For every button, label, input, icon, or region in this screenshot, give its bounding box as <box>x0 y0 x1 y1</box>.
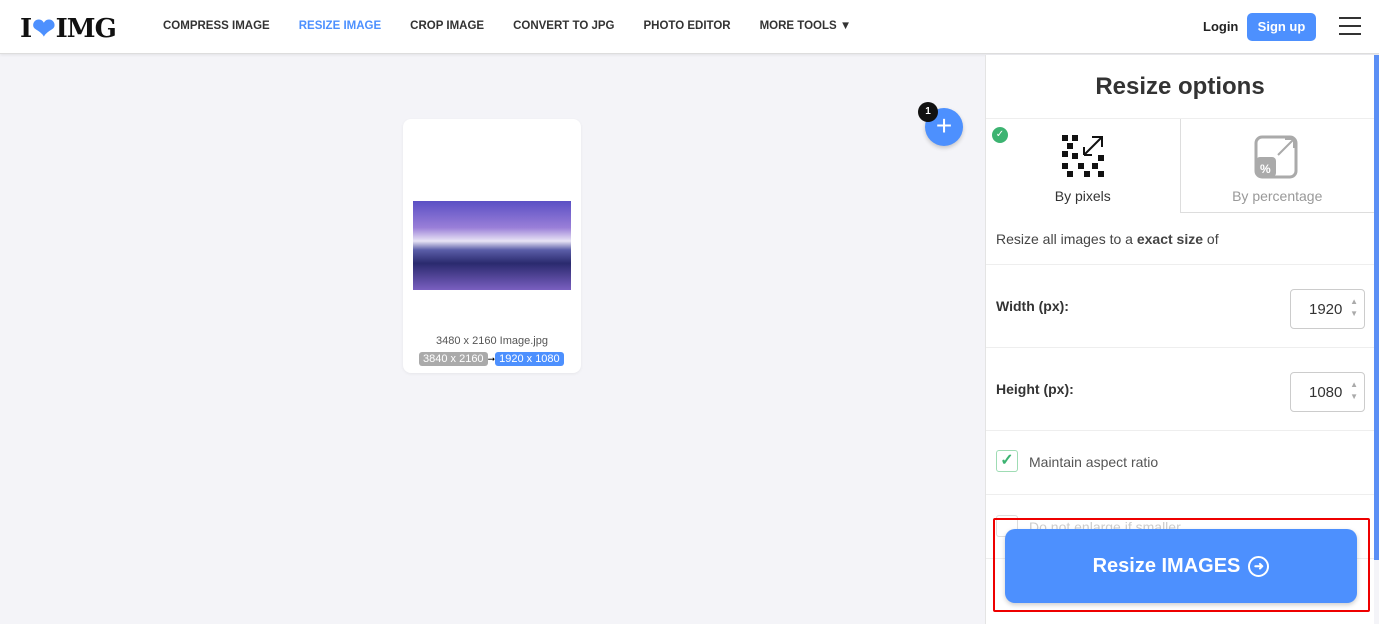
nav-crop-image[interactable]: CROP IMAGE <box>410 20 484 32</box>
tab-by-percentage[interactable]: % By percentage <box>1179 119 1374 213</box>
height-value: 1080 <box>1309 384 1343 401</box>
nav-photo-editor[interactable]: PHOTO EDITOR <box>643 20 730 32</box>
svg-text:%: % <box>1260 162 1271 176</box>
resize-description: Resize all images to a exact size of <box>986 213 1374 265</box>
header: I ❤ IMG COMPRESS IMAGE RESIZE IMAGE CROP I… <box>0 0 1379 54</box>
desc-bold: exact size <box>1136 231 1204 247</box>
height-input[interactable]: 1080 ▲ ▼ <box>1290 372 1365 412</box>
spinner-icon[interactable]: ▲ ▼ <box>1350 379 1358 403</box>
spinner-icon[interactable]: ▲ ▼ <box>1350 296 1358 320</box>
tab-by-pixels[interactable]: ✓ By pixels <box>986 119 1180 213</box>
nav-convert-to-jpg[interactable]: CONVERT TO JPG <box>513 20 614 32</box>
file-count-badge: 1 <box>918 102 938 122</box>
maintain-aspect-checkbox[interactable]: ✓ <box>996 450 1018 472</box>
desc-text: Resize all images to a <box>996 231 1137 247</box>
more-tools-label: MORE TOOLS <box>759 20 837 32</box>
resize-images-button[interactable]: Resize IMAGES ➜ <box>1005 529 1357 603</box>
caret-down-icon: ▼ <box>839 20 852 32</box>
hamburger-menu-icon[interactable] <box>1339 17 1361 41</box>
original-size: 3840 x 2160 <box>419 352 488 366</box>
size-change: 3840 x 2160 ➞ 1920 x 1080 <box>419 352 564 366</box>
image-thumbnail <box>413 201 571 290</box>
scrollbar[interactable] <box>1374 55 1379 560</box>
heart-icon: ❤ <box>32 12 55 45</box>
nav-more-tools[interactable]: MORE TOOLS ▼ <box>760 20 852 32</box>
signup-button[interactable]: Sign up <box>1247 13 1316 41</box>
tab-by-percentage-label: By percentage <box>1232 188 1323 204</box>
file-name: 3480 x 2160 Image.jpg <box>436 335 548 347</box>
nav-resize-image[interactable]: RESIZE IMAGE <box>299 20 381 32</box>
check-icon: ✓ <box>992 127 1008 143</box>
panel-title: Resize options <box>986 55 1374 119</box>
desc-text-end: of <box>1203 231 1219 247</box>
width-row: Width (px): 1920 ▲ ▼ <box>986 265 1374 348</box>
new-size: 1920 x 1080 <box>495 352 564 366</box>
height-row: Height (px): 1080 ▲ ▼ <box>986 348 1374 431</box>
file-card: 3480 x 2160 Image.jpg 3840 x 2160 ➞ 1920… <box>403 119 581 373</box>
logo[interactable]: I ❤ IMG <box>20 12 117 45</box>
height-label: Height (px): <box>996 381 1074 397</box>
main-nav: COMPRESS IMAGE RESIZE IMAGE CROP IMAGE C… <box>163 20 851 32</box>
maintain-aspect-label: Maintain aspect ratio <box>1029 454 1159 470</box>
width-label: Width (px): <box>996 298 1069 314</box>
pixels-resize-icon <box>1061 135 1104 177</box>
width-input[interactable]: 1920 ▲ ▼ <box>1290 289 1365 329</box>
tab-by-pixels-label: By pixels <box>1054 188 1111 204</box>
resize-images-label: Resize IMAGES <box>1092 555 1241 577</box>
nav-compress-image[interactable]: COMPRESS IMAGE <box>163 20 270 32</box>
login-link[interactable]: Login <box>1203 19 1238 34</box>
arrow-circle-right-icon: ➜ <box>1248 556 1270 578</box>
arrow-right-icon: ➞ <box>487 353 496 364</box>
percentage-resize-icon: % <box>1254 135 1298 179</box>
width-value: 1920 <box>1309 301 1343 318</box>
maintain-aspect-option[interactable]: ✓ Maintain aspect ratio <box>986 431 1374 495</box>
